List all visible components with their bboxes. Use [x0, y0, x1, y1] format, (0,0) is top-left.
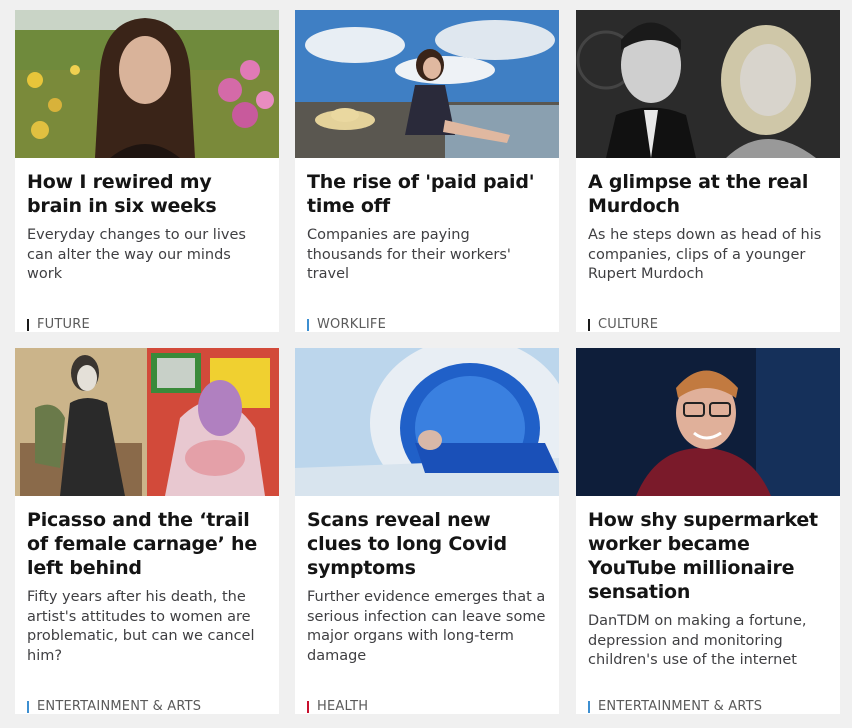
section-label: CULTURE: [598, 317, 659, 332]
section-label: WORKLIFE: [317, 317, 387, 332]
section-label: ENTERTAINMENT & ARTS: [598, 699, 763, 714]
story-card[interactable]: A glimpse at the real Murdoch As he step…: [576, 10, 840, 332]
story-image-dantdm-portrait[interactable]: [576, 348, 840, 496]
section-tag-bar: [27, 319, 29, 331]
story-summary: As he steps down as head of his companie…: [588, 227, 822, 282]
story-card[interactable]: How shy supermarket worker became YouTub…: [576, 348, 840, 714]
story-card[interactable]: Picasso and the ‘trail of female carnage…: [15, 348, 279, 714]
story-title[interactable]: Picasso and the ‘trail of female carnage…: [27, 508, 267, 580]
section-tag[interactable]: ENTERTAINMENT & ARTS: [588, 700, 762, 714]
story-image-woman-flowers[interactable]: [15, 10, 279, 158]
story-summary: DanTDM on making a fortune, depression a…: [588, 613, 807, 668]
story-title[interactable]: How shy supermarket worker became YouTub…: [588, 508, 828, 604]
section-tag[interactable]: CULTURE: [588, 318, 658, 332]
section-tag[interactable]: WORKLIFE: [307, 318, 386, 332]
story-title[interactable]: The rise of 'paid paid' time off: [307, 170, 547, 218]
section-tag[interactable]: ENTERTAINMENT & ARTS: [27, 700, 201, 714]
section-tag[interactable]: HEALTH: [307, 700, 368, 714]
story-title[interactable]: A glimpse at the real Murdoch: [588, 170, 828, 218]
story-image-mri-scanner[interactable]: [295, 348, 559, 496]
story-summary: Further evidence emerges that a serious …: [307, 589, 546, 664]
story-grid: How I rewired my brain in six weeks Ever…: [0, 0, 852, 728]
story-image-murdoch-photo[interactable]: [576, 10, 840, 158]
section-tag-bar: [307, 701, 309, 713]
story-card[interactable]: The rise of 'paid paid' time off Compani…: [295, 10, 559, 332]
story-summary: Fifty years after his death, the artist'…: [27, 589, 255, 664]
story-title[interactable]: Scans reveal new clues to long Covid sym…: [307, 508, 547, 580]
section-tag-bar: [27, 701, 29, 713]
story-card[interactable]: Scans reveal new clues to long Covid sym…: [295, 348, 559, 714]
story-title[interactable]: How I rewired my brain in six weeks: [27, 170, 267, 218]
section-label: HEALTH: [317, 699, 369, 714]
story-summary: Companies are paying thousands for their…: [307, 227, 511, 282]
section-tag[interactable]: FUTURE: [27, 318, 90, 332]
story-image-beach[interactable]: [295, 10, 559, 158]
section-tag-bar: [588, 319, 590, 331]
section-label: ENTERTAINMENT & ARTS: [37, 699, 202, 714]
story-summary: Everyday changes to our lives can alter …: [27, 227, 246, 282]
section-tag-bar: [307, 319, 309, 331]
section-tag-bar: [588, 701, 590, 713]
section-label: FUTURE: [37, 317, 90, 332]
story-card[interactable]: How I rewired my brain in six weeks Ever…: [15, 10, 279, 332]
story-image-picasso-paintings[interactable]: [15, 348, 279, 496]
